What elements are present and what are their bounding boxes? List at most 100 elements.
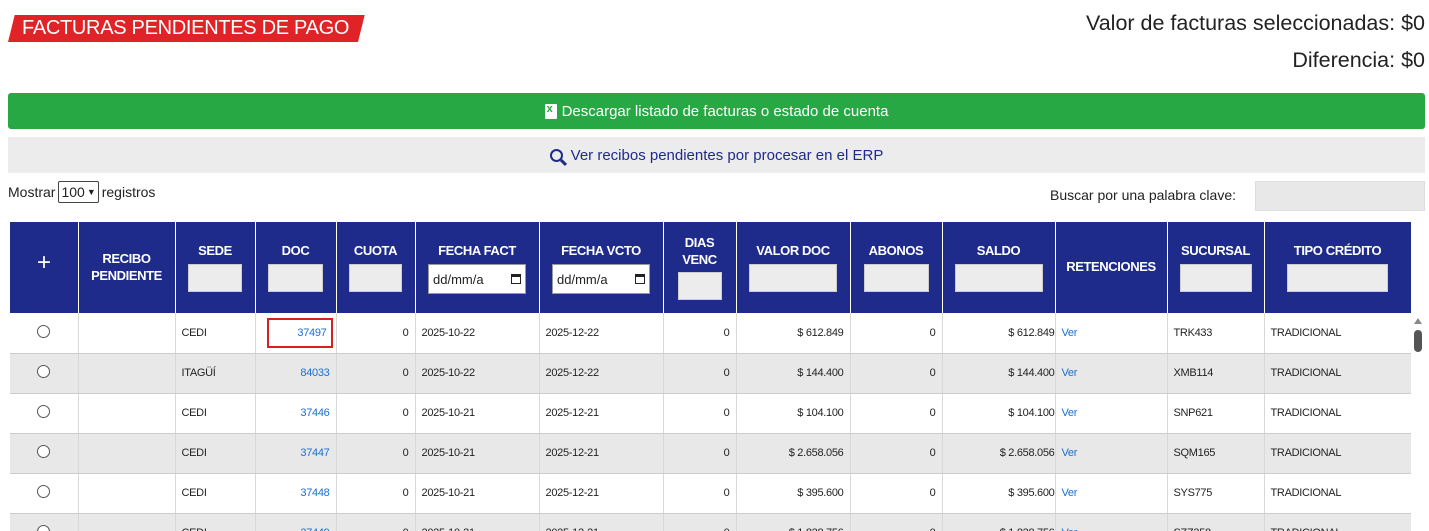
tipo-cell: TRADICIONAL <box>1264 433 1411 474</box>
invoices-table: + RECIBO PENDIENTE SEDE DOC CUOTA FECHA … <box>10 222 1411 531</box>
page-length-value: 100 <box>61 184 85 200</box>
doc-filter-input[interactable] <box>268 264 323 292</box>
difference-value: Diferencia: $0 <box>1292 48 1425 72</box>
retenciones-link[interactable]: Ver <box>1062 327 1078 339</box>
show-label: Mostrar <box>8 184 56 200</box>
doc-link[interactable]: 37447 <box>300 447 329 459</box>
doc-link[interactable]: 37446 <box>300 407 329 419</box>
col-saldo-label: SALDO <box>976 243 1021 258</box>
doc-link[interactable]: 37449 <box>300 527 329 531</box>
retenciones-link[interactable]: Ver <box>1062 407 1078 419</box>
calendar-icon <box>635 274 645 284</box>
fecha-vcto-date-input[interactable]: dd/mm/a <box>552 264 650 294</box>
search-input[interactable] <box>1255 181 1425 211</box>
col-cuota-label: CUOTA <box>353 243 398 258</box>
abonos-cell: 0 <box>850 433 943 474</box>
sucursal-cell: SYS775 <box>1167 473 1265 514</box>
col-dias-venc[interactable]: DIAS VENC <box>663 222 737 313</box>
recibo-cell <box>78 433 176 474</box>
retenciones-link[interactable]: Ver <box>1062 487 1078 499</box>
saldo-value: $ 144.400 <box>1008 367 1055 379</box>
excel-file-icon <box>544 103 557 119</box>
table-row[interactable]: CEDI 37447 0 2025-10-21 2025-12-21 0 $ 2.658.0… <box>10 433 1411 474</box>
tipo-cell: TRADICIONAL <box>1264 313 1411 354</box>
recibo-cell <box>78 353 176 394</box>
view-pending-receipts-button[interactable]: Ver recibos pendientes por procesar en e… <box>8 137 1425 173</box>
download-statement-label: Descargar listado de facturas o estado d… <box>561 102 889 120</box>
col-sucursal[interactable]: SUCURSAL <box>1167 222 1265 313</box>
select-cell <box>10 393 79 434</box>
row-select-radio[interactable] <box>37 445 51 458</box>
doc-link[interactable]: 84033 <box>300 367 329 379</box>
col-tipo-credito[interactable]: TIPO CRÉDITO <box>1264 222 1411 313</box>
valor-cell: $ 144.400 <box>736 353 851 394</box>
recibo-cell <box>78 313 176 354</box>
row-select-radio[interactable] <box>37 485 51 498</box>
dias-cell: 0 <box>663 473 737 514</box>
expand-all-header[interactable]: + <box>10 222 79 313</box>
sede-filter-input[interactable] <box>188 264 242 292</box>
doc-link[interactable]: 37497 <box>267 317 333 348</box>
sucursal-filter-input[interactable] <box>1179 264 1252 292</box>
select-cell <box>10 433 79 474</box>
col-valor-doc[interactable]: VALOR DOC <box>736 222 851 313</box>
row-select-radio[interactable] <box>37 525 51 531</box>
col-recibo-pendiente[interactable]: RECIBO PENDIENTE <box>78 222 176 313</box>
col-fecha-fact-label: FECHA FACT <box>438 243 516 258</box>
col-cuota[interactable]: CUOTA <box>336 222 416 313</box>
col-sede[interactable]: SEDE <box>175 222 256 313</box>
sede-cell: CEDI <box>175 513 256 531</box>
doc-cell: 84033 <box>255 353 337 394</box>
col-doc[interactable]: DOC <box>255 222 337 313</box>
table-scrollbar[interactable] <box>1412 314 1424 531</box>
col-fecha-vcto-label: FECHA VCTO <box>561 243 641 258</box>
table-row[interactable]: CEDI3744902025-10-212025-12-210$ 1.828.7… <box>10 513 1411 531</box>
tipo-cell: TRADICIONAL <box>1264 393 1411 434</box>
fecha-fact-date-input[interactable]: dd/mm/a <box>428 264 526 294</box>
download-statement-button[interactable]: Descargar listado de facturas o estado d… <box>8 93 1425 129</box>
tipo-filter-input[interactable] <box>1287 264 1388 292</box>
table-row[interactable]: CEDI 37446 0 2025-10-21 2025-12-21 0 $ 104.100… <box>10 393 1411 434</box>
fecha-fact-cell: 2025-10-22 <box>415 313 540 354</box>
valor-filter-input[interactable] <box>749 264 837 292</box>
table-row[interactable]: ITAGÜÍ 84033 0 2025-10-22 2025-12-22 0 $ 144.4… <box>10 353 1411 394</box>
sucursal-cell: XMB114 <box>1167 353 1265 394</box>
col-fecha-fact[interactable]: FECHA FACT dd/mm/a <box>415 222 540 313</box>
page-length-select[interactable]: 100 ▼ <box>58 181 99 203</box>
abonos-filter-input[interactable] <box>863 264 929 292</box>
page-title: FACTURAS PENDIENTES DE PAGO <box>22 17 350 39</box>
col-dias-venc-label: DIAS VENC <box>682 235 717 267</box>
abonos-cell: 0 <box>850 473 943 514</box>
cuota-cell: 0 <box>336 433 416 474</box>
page-length-control: Mostrar 100 ▼ registros <box>8 181 155 203</box>
tipo-cell: TRADICIONAL <box>1264 513 1411 531</box>
sucursal-cell: SZZ358 <box>1167 513 1265 531</box>
invoices-table-container: + RECIBO PENDIENTE SEDE DOC CUOTA FECHA … <box>10 222 1411 531</box>
retenciones-link[interactable]: Ver <box>1062 367 1078 379</box>
retenciones-link[interactable]: Ver <box>1062 527 1078 531</box>
row-select-radio[interactable] <box>37 405 51 418</box>
col-fecha-vcto[interactable]: FECHA VCTO dd/mm/a <box>539 222 664 313</box>
scroll-thumb[interactable] <box>1414 330 1422 352</box>
dias-filter-input[interactable] <box>677 272 722 300</box>
cuota-cell: 0 <box>336 513 416 531</box>
cuota-filter-input[interactable] <box>349 264 402 292</box>
sede-cell: CEDI <box>175 313 256 354</box>
col-abonos[interactable]: ABONOS <box>850 222 943 313</box>
col-retenciones[interactable]: RETENCIONES <box>1055 222 1168 313</box>
retenciones-link[interactable]: Ver <box>1062 447 1078 459</box>
table-row[interactable]: CEDI 37497 0 2025-10-22 2025-12-22 0 $ 612.849… <box>10 313 1411 354</box>
saldo-filter-input[interactable] <box>954 264 1043 292</box>
row-select-radio[interactable] <box>37 324 51 338</box>
scroll-up-arrow-icon[interactable] <box>1414 318 1422 324</box>
saldo-value: $ 2.658.056 <box>999 447 1055 459</box>
fecha-vcto-cell: 2025-12-21 <box>539 393 664 434</box>
view-pending-receipts-label: Ver recibos pendientes por procesar en e… <box>570 146 884 164</box>
doc-link[interactable]: 37448 <box>300 487 329 499</box>
sede-cell: CEDI <box>175 433 256 474</box>
row-select-radio[interactable] <box>37 365 51 378</box>
table-row[interactable]: CEDI 37448 0 2025-10-21 2025-12-21 0 $ 395.600… <box>10 473 1411 514</box>
col-saldo[interactable]: SALDO <box>942 222 1056 313</box>
saldo-cell: $ 1.828.756 <box>942 513 1056 531</box>
retenciones-cell: Ver <box>1055 473 1168 514</box>
